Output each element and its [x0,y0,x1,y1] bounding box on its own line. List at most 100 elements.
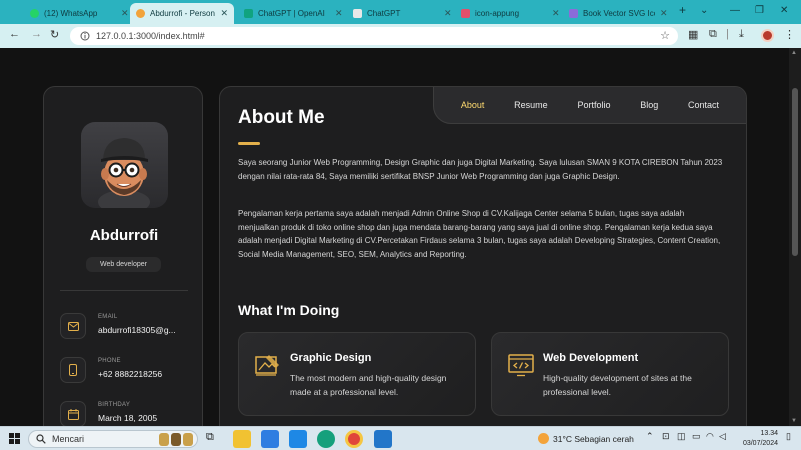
url-field[interactable]: 127.0.0.1:3000/index.html# ☆ [70,27,678,45]
about-paragraph: Saya seorang Junior Web Programming, Des… [238,158,723,181]
file-explorer-icon[interactable] [233,430,251,448]
divider: | [726,28,729,40]
tray-chevron-icon[interactable]: ⌃ [646,431,654,442]
nav-contact[interactable]: Contact [688,100,719,110]
taskbar-clock[interactable]: 13.34 03/07/2024 [726,429,778,449]
profile-avatar[interactable] [761,29,774,42]
whatsapp-icon [30,9,39,18]
search-icon [36,434,46,444]
windows-taskbar: Mencari ⧉ 31°C Sebagian cerah ⌃ ⊡ ◫ ▭ ◠ … [0,426,801,450]
tab-whatsapp[interactable]: (12) WhatsApp ✕ [24,3,135,24]
tab-icon-appung[interactable]: icon-appung ✕ [455,3,566,24]
task-view-icon[interactable]: ⧉ [206,431,214,444]
taskbar-search[interactable]: Mencari [28,430,198,448]
tray-icon[interactable]: ⊡ [662,431,670,442]
avatar [81,122,168,208]
tab-abdurrofi[interactable]: Abdurrofi - Personal ✕ [130,3,234,24]
weather-icon [538,433,549,444]
bookmark-star-icon[interactable]: ☆ [660,29,670,42]
wifi-icon[interactable]: ◠ [706,431,714,442]
new-tab-button[interactable]: + [679,3,686,17]
chrome-icon[interactable] [345,430,363,448]
scroll-up-icon[interactable]: ▲ [791,50,797,56]
scrollbar-thumb[interactable] [792,88,798,256]
search-placeholder: Mencari [52,434,85,444]
nav-portfolio[interactable]: Portfolio [577,100,610,110]
close-tab-icon[interactable]: ✕ [552,8,560,19]
service-description: High-quality development of sites at the… [543,373,692,397]
store-icon[interactable] [261,430,279,448]
nav-about[interactable]: About [461,100,485,110]
site-info-icon[interactable] [80,31,90,41]
calendar-icon [60,401,86,426]
title-underline [238,142,260,145]
service-title: Web Development [543,352,639,364]
phone-icon [60,357,86,383]
windows-start-icon[interactable] [9,433,20,444]
openai-icon [244,9,253,18]
birthday-value: March 18, 2005 [98,413,158,423]
site-favicon-icon [569,9,578,18]
vscode-icon[interactable] [374,430,392,448]
close-tab-icon[interactable]: ✕ [444,8,452,19]
service-card-graphic-design: Graphic Design The most modern and high-… [238,332,476,416]
back-icon[interactable]: ← [9,28,20,40]
clock-date: 03/07/2024 [742,440,778,447]
clock-time: 13.34 [760,430,778,437]
weather-widget[interactable]: 31°C Sebagian cerah [538,433,634,444]
page-title: About Me [238,107,325,128]
profile-name: Abdurrofi [89,227,159,244]
tab-chatgpt[interactable]: ChatGPT ✕ [347,3,458,24]
about-paragraph: Pengalaman kerja pertama saya adalah men… [238,209,721,259]
close-tab-icon[interactable]: ✕ [335,8,343,19]
contact-title: EMAIL [98,314,118,320]
tab-book-vector[interactable]: Book Vector SVG Ico ✕ [563,3,674,24]
volume-icon[interactable]: ◁ [719,431,726,442]
puzzle-icon[interactable]: ⧉ [709,28,717,41]
code-icon [508,354,534,377]
url-text: 127.0.0.1:3000/index.html# [96,31,205,41]
tab-search-icon[interactable]: ⌄ [700,5,708,16]
page-scrollbar[interactable]: ▲ ▼ [789,48,801,426]
tray-icon[interactable]: ▭ [692,431,701,442]
address-bar: ← → ↻ 127.0.0.1:3000/index.html# ☆ ▦ ⧉ |… [0,24,801,48]
close-tab-icon[interactable]: ✕ [660,8,668,19]
close-tab-icon[interactable]: ✕ [121,8,129,19]
contact-title: BIRTHDAY [98,402,131,408]
site-favicon-icon [136,9,145,18]
close-window-button[interactable]: ✕ [780,5,788,16]
minimize-button[interactable]: — [730,5,740,16]
notification-icon[interactable]: ▯ [786,431,791,442]
phone-link[interactable]: +62 8882218256 [98,369,162,379]
browser-tab-strip: (12) WhatsApp ✕ Abdurrofi - Personal ✕ C… [0,0,801,24]
nav-blog[interactable]: Blog [640,100,658,110]
contact-birthday: BIRTHDAY March 18, 2005 [60,401,200,426]
close-tab-icon[interactable]: ✕ [220,8,228,19]
search-highlight-icon [159,432,193,446]
tray-icon[interactable]: ◫ [677,431,686,442]
service-title: Graphic Design [290,352,372,364]
mail-app-icon[interactable] [289,430,307,448]
email-link[interactable]: abdurrofi18305@g... [98,325,176,335]
about-article: About Resume Portfolio Blog Contact Abou… [219,86,747,426]
mail-icon [60,313,86,339]
menu-icon[interactable]: ⋮ [784,28,795,41]
download-icon[interactable]: ⤓ [739,28,744,41]
extension-icon[interactable]: ▦ [688,28,698,41]
contact-title: PHONE [98,358,121,364]
edge-icon[interactable] [317,430,335,448]
forward-icon[interactable]: → [31,28,42,40]
chatgpt-icon [353,9,362,18]
service-card-web-development: Web Development High-quality development… [491,332,729,416]
section-title: What I'm Doing [238,302,340,318]
page-viewport: Abdurrofi Web developer EMAIL abdurrofi1… [0,48,801,426]
nav-resume[interactable]: Resume [514,100,548,110]
contact-email: EMAIL abdurrofi18305@g... [60,313,200,343]
reload-icon[interactable]: ↻ [50,28,59,41]
scroll-down-icon[interactable]: ▼ [791,418,797,424]
memoji-avatar-icon [98,138,150,208]
profile-sidebar: Abdurrofi Web developer EMAIL abdurrofi1… [43,86,203,426]
contact-phone: PHONE +62 8882218256 [60,357,200,387]
maximize-button[interactable]: ❐ [755,5,764,16]
tab-chatgpt-openai[interactable]: ChatGPT | OpenAI ✕ [238,3,349,24]
